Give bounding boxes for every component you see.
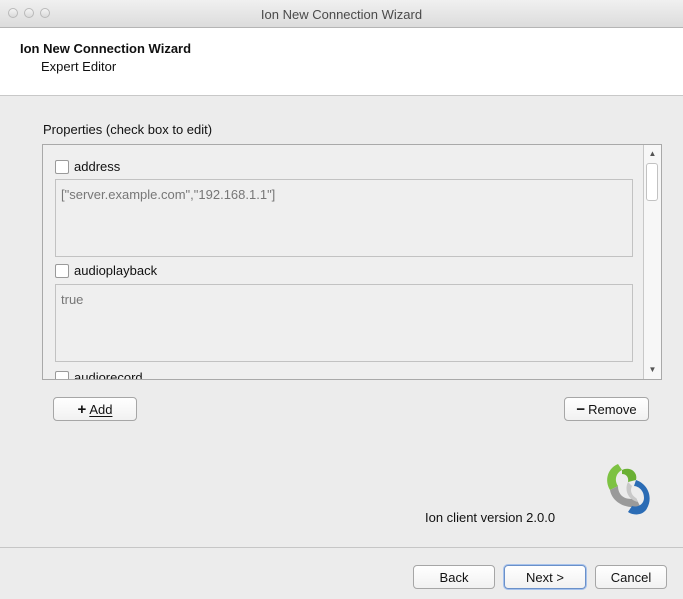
- ion-logo-icon: [607, 464, 650, 515]
- wizard-title: Ion New Connection Wizard: [20, 41, 192, 56]
- scroll-down-arrow-icon[interactable]: ▼: [644, 363, 661, 377]
- back-button-label: Back: [439, 569, 469, 585]
- remove-button[interactable]: − Remove: [564, 397, 649, 421]
- properties-label: Properties (check box to edit): [43, 122, 213, 137]
- window-title: Ion New Connection Wizard: [260, 7, 423, 22]
- back-button[interactable]: Back: [413, 565, 495, 589]
- cancel-button-label: Cancel: [610, 569, 652, 585]
- next-button[interactable]: Next >: [504, 565, 586, 589]
- address-label: address: [74, 159, 121, 174]
- address-value-field: ["server.example.com","192.168.1.1"]: [55, 179, 633, 257]
- version-text: Ion client version 2.0.0: [425, 510, 556, 525]
- audiorecord-checkbox[interactable]: [55, 371, 69, 379]
- scroll-up-arrow-icon[interactable]: ▲: [644, 147, 661, 161]
- audioplayback-checkbox[interactable]: [55, 264, 69, 278]
- scrollbar-thumb[interactable]: [646, 163, 658, 201]
- properties-panel: address ["server.example.com","192.168.1…: [42, 144, 662, 380]
- minus-icon: −: [576, 400, 586, 418]
- window-titlebar: Ion New Connection Wizard: [0, 0, 683, 28]
- cancel-button[interactable]: Cancel: [595, 565, 667, 589]
- properties-scrollbar[interactable]: ▲ ▼: [643, 145, 661, 379]
- wizard-subtitle: Expert Editor: [41, 59, 117, 74]
- add-button-label: Add: [89, 401, 113, 417]
- footer-divider: [0, 547, 683, 548]
- remove-button-label: Remove: [588, 401, 637, 417]
- next-button-label: Next >: [526, 569, 564, 585]
- plus-icon: +: [77, 400, 87, 418]
- address-checkbox[interactable]: [55, 160, 69, 174]
- audiorecord-label: audiorecord: [74, 370, 143, 380]
- add-button[interactable]: + Add: [53, 397, 137, 421]
- wizard-header: Ion New Connection Wizard Expert Editor: [0, 28, 683, 96]
- audioplayback-label: audioplayback: [74, 263, 158, 278]
- audioplayback-value-field: true: [55, 284, 633, 362]
